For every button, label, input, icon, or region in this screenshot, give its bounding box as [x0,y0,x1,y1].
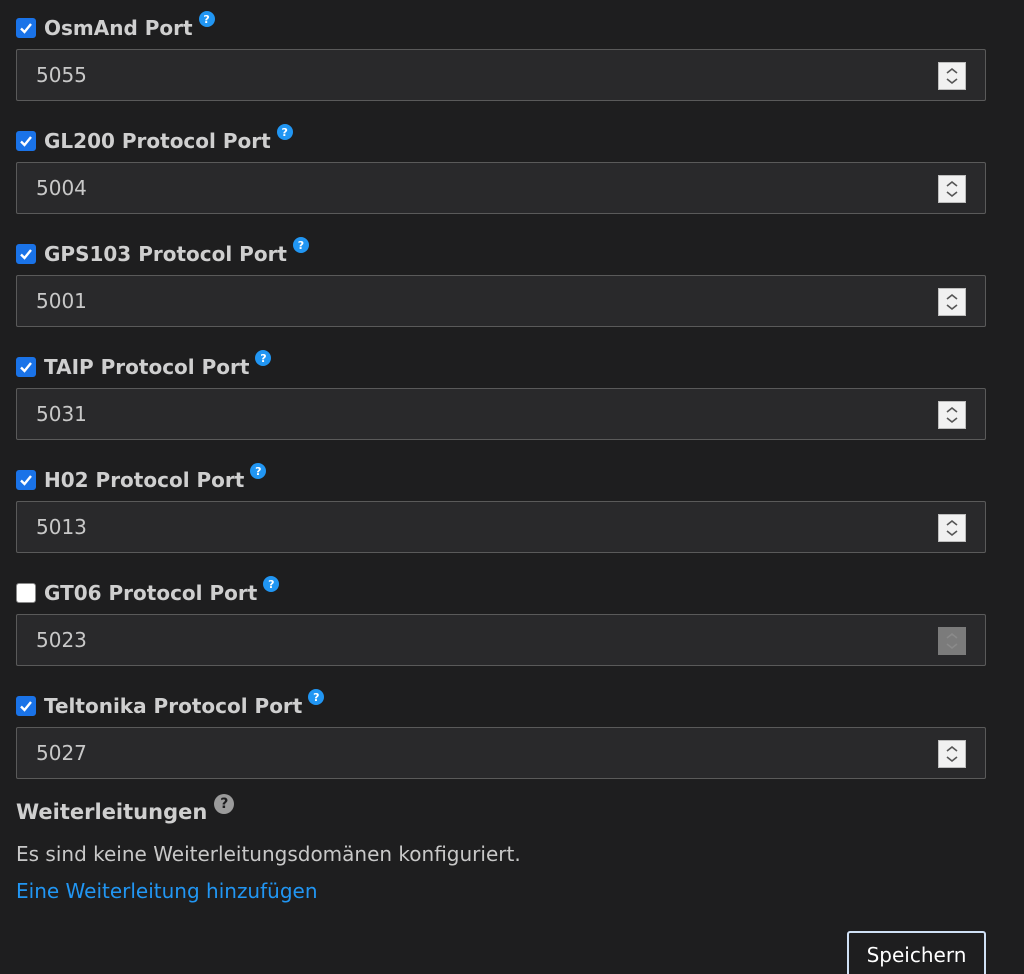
help-icon[interactable]: ? [263,576,280,592]
port-label-row: Teltonika Protocol Port ? [16,689,986,723]
enable-checkbox[interactable] [16,583,36,603]
help-icon[interactable]: ? [255,350,272,366]
number-stepper[interactable] [938,175,966,203]
port-value: 5023 [36,628,87,652]
stepper-arrows-icon [946,180,958,198]
checkmark-icon [20,362,32,373]
port-label: GPS103 Protocol Port [44,242,287,266]
port-input[interactable]: 5013 [16,501,986,553]
stepper-arrows-icon [946,519,958,537]
port-label: GL200 Protocol Port [44,129,271,153]
forwarding-title: Weiterleitungen ? [16,794,235,824]
port-field-gt06: GT06 Protocol Port ? 5023 [16,576,986,666]
port-field-gps103: GPS103 Protocol Port ? 5001 [16,237,986,327]
enable-checkbox[interactable] [16,696,36,716]
help-icon[interactable]: ? [214,794,235,814]
port-label-row: TAIP Protocol Port ? [16,350,986,384]
help-icon[interactable]: ? [276,124,293,140]
port-value[interactable]: 5031 [36,402,87,426]
port-value[interactable]: 5001 [36,289,87,313]
add-forwarding-link[interactable]: Eine Weiterleitung hinzufügen [16,879,318,903]
port-label: OsmAnd Port [44,16,193,40]
checkmark-icon [20,23,32,34]
help-icon[interactable]: ? [293,237,309,253]
number-stepper [938,627,966,655]
port-value[interactable]: 5055 [36,63,87,87]
port-field-teltonika: Teltonika Protocol Port ? 5027 [16,689,986,779]
port-settings-panel: OsmAnd Port ? 5055 GL200 Protocol Port ?… [0,0,1024,974]
port-label-row: GPS103 Protocol Port ? [16,237,986,271]
port-input[interactable]: 5001 [16,275,986,327]
port-label: TAIP Protocol Port [44,355,250,379]
enable-checkbox[interactable] [16,470,36,490]
save-button[interactable]: Speichern [847,931,986,974]
port-label: GT06 Protocol Port [44,581,258,605]
port-input-disabled: 5023 [16,614,986,666]
forwarding-empty-text: Es sind keine Weiterleitungsdomänen konf… [16,842,521,866]
stepper-arrows-icon [946,632,958,650]
number-stepper[interactable] [938,401,966,429]
enable-checkbox[interactable] [16,18,36,38]
help-icon[interactable]: ? [308,689,325,705]
checkmark-icon [20,249,32,260]
port-input[interactable]: 5004 [16,162,986,214]
port-field-h02: H02 Protocol Port ? 5013 [16,463,986,553]
stepper-arrows-icon [946,293,958,311]
port-label: Teltonika Protocol Port [44,694,303,718]
forwarding-title-text: Weiterleitungen [16,800,208,824]
stepper-arrows-icon [946,67,958,85]
checkmark-icon [20,136,32,147]
number-stepper[interactable] [938,288,966,316]
port-label-row: OsmAnd Port ? [16,11,986,45]
checkmark-icon [20,701,32,712]
checkmark-icon [20,475,32,486]
port-label-row: GT06 Protocol Port ? [16,576,986,610]
stepper-arrows-icon [946,406,958,424]
number-stepper[interactable] [938,740,966,768]
port-input[interactable]: 5027 [16,727,986,779]
port-label: H02 Protocol Port [44,468,245,492]
port-value[interactable]: 5013 [36,515,87,539]
number-stepper[interactable] [938,514,966,542]
port-value[interactable]: 5004 [36,176,87,200]
port-label-row: GL200 Protocol Port ? [16,124,986,158]
port-field-osmand: OsmAnd Port ? 5055 [16,11,986,101]
help-icon[interactable]: ? [198,11,215,27]
port-field-taip: TAIP Protocol Port ? 5031 [16,350,986,440]
port-label-row: H02 Protocol Port ? [16,463,986,497]
help-icon[interactable]: ? [250,463,267,479]
port-value[interactable]: 5027 [36,741,87,765]
port-field-gl200: GL200 Protocol Port ? 5004 [16,124,986,214]
enable-checkbox[interactable] [16,131,36,151]
enable-checkbox[interactable] [16,357,36,377]
enable-checkbox[interactable] [16,244,36,264]
number-stepper[interactable] [938,62,966,90]
port-input[interactable]: 5031 [16,388,986,440]
port-input[interactable]: 5055 [16,49,986,101]
stepper-arrows-icon [946,745,958,763]
